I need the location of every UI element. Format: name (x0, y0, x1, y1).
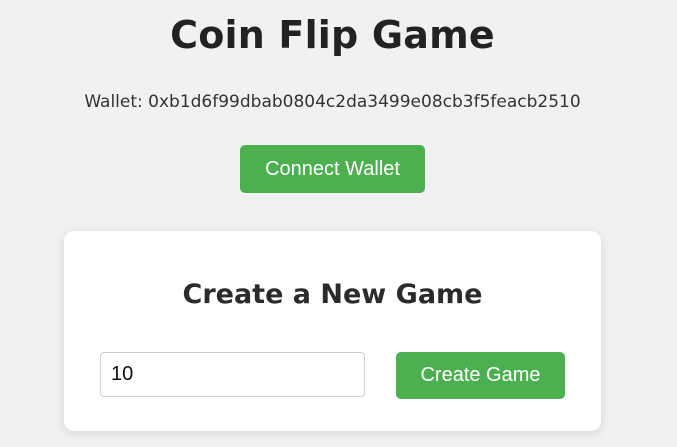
wallet-address: Wallet: 0xb1d6f99dbab0804c2da3499e08cb3f… (84, 92, 581, 112)
page: Coin Flip Game Wallet: 0xb1d6f99dbab0804… (0, 0, 677, 447)
create-game-title: Create a New Game (182, 279, 483, 310)
create-game-card: Create a New Game Create Game (64, 231, 601, 431)
bet-amount-input[interactable] (100, 352, 365, 397)
create-game-button[interactable]: Create Game (396, 352, 565, 399)
page-title: Coin Flip Game (170, 13, 495, 57)
connect-wallet-button[interactable]: Connect Wallet (240, 145, 425, 193)
